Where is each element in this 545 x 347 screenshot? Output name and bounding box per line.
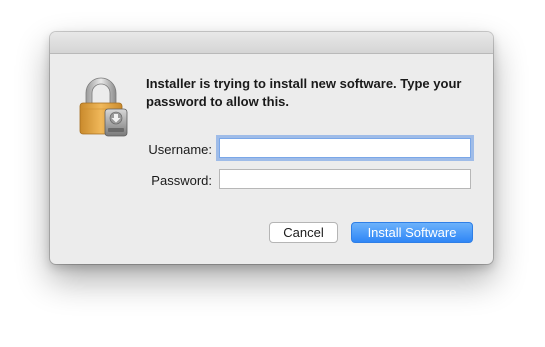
password-label: Password: (151, 173, 212, 188)
username-label: Username: (148, 142, 212, 157)
install-software-button[interactable]: Install Software (351, 222, 473, 243)
cancel-button[interactable]: Cancel (269, 222, 338, 243)
authentication-dialog: Installer is trying to install new softw… (50, 32, 493, 264)
password-field[interactable] (219, 169, 471, 189)
padlock-icon (79, 77, 128, 137)
username-field[interactable] (219, 138, 471, 158)
dialog-message: Installer is trying to install new softw… (146, 76, 462, 109)
dialog-titlebar[interactable] (50, 32, 493, 54)
